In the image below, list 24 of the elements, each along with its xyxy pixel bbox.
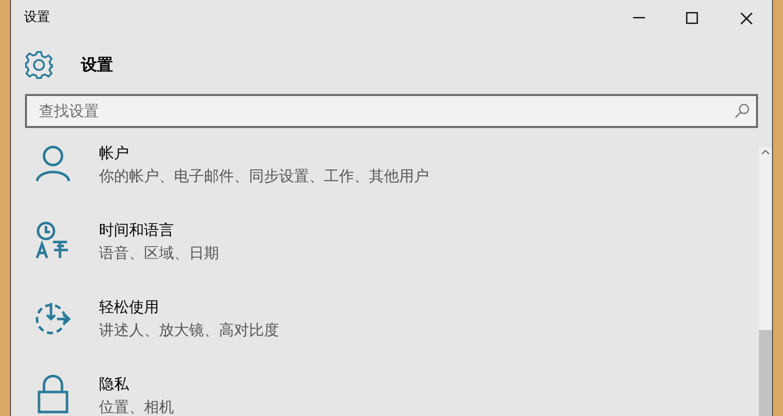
settings-category[interactable]: 轻松使用 讲述人、放大镜、高对比度 bbox=[11, 291, 759, 368]
scroll-up-icon[interactable] bbox=[759, 147, 772, 157]
search-field[interactable]: 查找设置 bbox=[25, 94, 758, 128]
window-title: 设置 bbox=[24, 9, 51, 28]
search-icon bbox=[734, 103, 750, 119]
settings-icon bbox=[24, 50, 54, 80]
category-description: 你的帐户、电子邮件、同步设置、工作、其他用户 bbox=[99, 166, 429, 186]
page-title: 设置 bbox=[81, 54, 113, 76]
settings-category[interactable]: 帐户 你的帐户、电子邮件、同步设置、工作、其他用户 bbox=[11, 137, 759, 214]
category-description: 位置、相机 bbox=[99, 397, 174, 416]
category-description: 讲述人、放大镜、高对比度 bbox=[99, 320, 279, 340]
category-title: 隐私 bbox=[99, 374, 130, 394]
category-title: 帐户 bbox=[99, 143, 130, 163]
category-description: 语音、区域、日期 bbox=[99, 243, 219, 263]
maximize-icon bbox=[686, 12, 698, 24]
close-icon bbox=[740, 12, 752, 24]
minimize-icon bbox=[633, 17, 645, 19]
settings-category[interactable]: 隐私 位置、相机 bbox=[11, 368, 759, 416]
settings-category[interactable]: 时间和语言 语音、区域、日期 bbox=[11, 214, 759, 291]
scrollbar-thumb[interactable] bbox=[759, 330, 772, 416]
scrollbar[interactable] bbox=[759, 147, 772, 416]
person-icon bbox=[33, 143, 73, 183]
category-title: 轻松使用 bbox=[99, 297, 160, 317]
category-title: 时间和语言 bbox=[99, 220, 175, 240]
